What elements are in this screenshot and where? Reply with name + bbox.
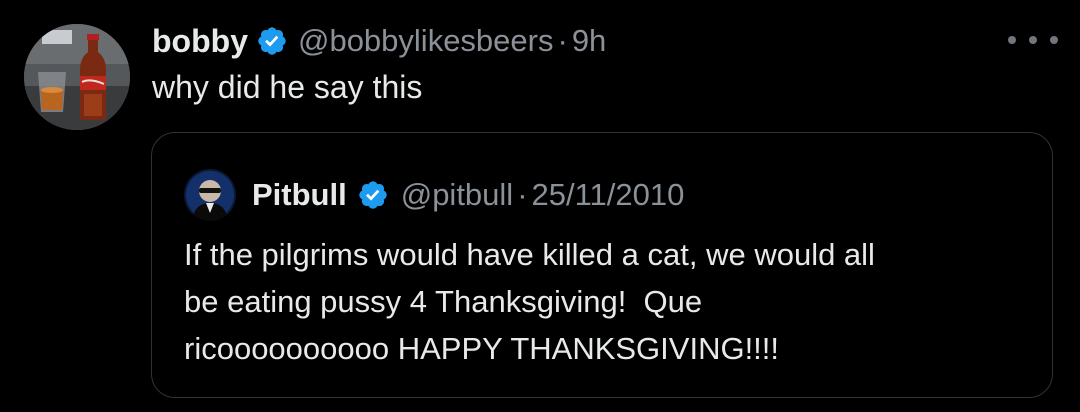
quoted-tweet-line: ricoooooooooo HAPPY THANKSGIVING!!!! bbox=[184, 331, 780, 366]
quoted-tweet-date[interactable]: 25/11/2010 bbox=[532, 177, 685, 213]
tweet-timestamp[interactable]: 9h bbox=[572, 23, 606, 59]
avatar-photo bbox=[24, 24, 130, 130]
tweet-header: bobby @bobbylikesbeers · 9h bbox=[152, 18, 606, 64]
quoted-tweet-card[interactable]: Pitbull @pitbull · 25/11/2010 If the pil… bbox=[151, 132, 1053, 398]
quoted-author-handle[interactable]: @pitbull bbox=[401, 177, 513, 213]
tweet-text: why did he say this bbox=[152, 69, 423, 105]
more-horizontal-icon-dot bbox=[1008, 36, 1016, 44]
quoted-author-name[interactable]: Pitbull bbox=[252, 177, 347, 213]
author-handle[interactable]: @bobbylikesbeers bbox=[298, 23, 554, 59]
more-options-button[interactable] bbox=[1008, 22, 1058, 58]
quoted-tweet-line: If the pilgrims would have killed a cat,… bbox=[184, 237, 875, 272]
verified-badge-icon bbox=[256, 25, 288, 57]
tweet[interactable]: bobby @bobbylikesbeers · 9h why did he s… bbox=[0, 0, 1080, 412]
verified-badge-icon bbox=[357, 179, 389, 211]
separator-dot: · bbox=[557, 23, 568, 58]
quoted-author-avatar[interactable] bbox=[184, 169, 236, 221]
quoted-tweet-header: Pitbull @pitbull · 25/11/2010 bbox=[252, 171, 684, 219]
quoted-tweet-line: be eating pussy 4 Thanksgiving! Que bbox=[184, 284, 703, 319]
quoted-tweet-text: If the pilgrims would have killed a cat,… bbox=[184, 231, 1034, 372]
author-name[interactable]: bobby bbox=[152, 23, 248, 60]
separator-dot: · bbox=[517, 177, 528, 212]
quoted-avatar-photo bbox=[184, 169, 236, 221]
author-avatar[interactable] bbox=[24, 24, 130, 130]
more-horizontal-icon-dot bbox=[1050, 36, 1058, 44]
more-horizontal-icon-dot bbox=[1029, 36, 1037, 44]
